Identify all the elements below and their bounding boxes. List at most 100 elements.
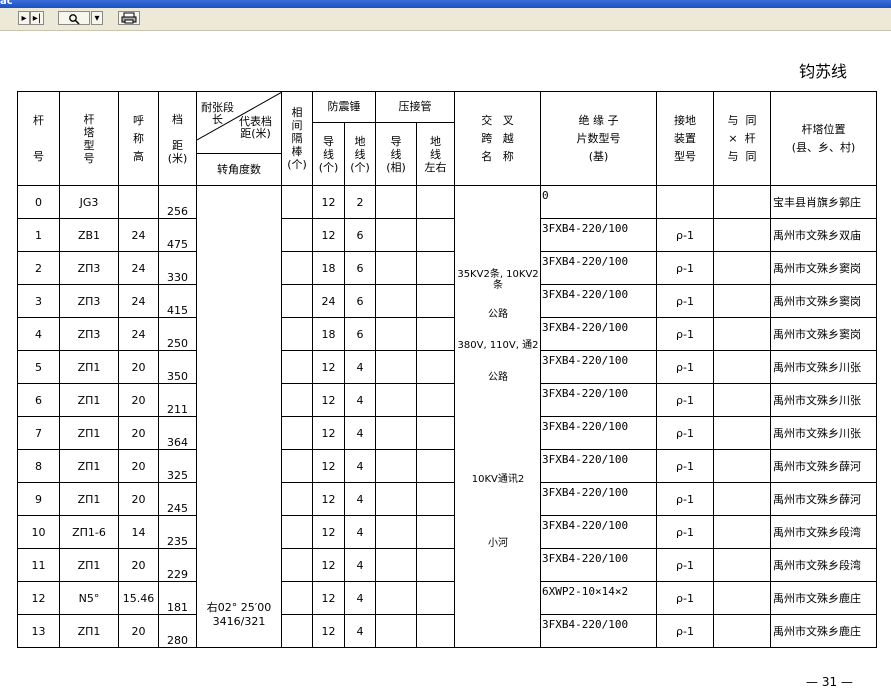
- header-clamp-tube: 压接管: [375, 91, 455, 123]
- pole-no-cell: 3: [17, 284, 60, 318]
- span-cell: 181: [158, 581, 197, 615]
- insulator-cell: 3FXB4-220/100: [540, 383, 657, 417]
- insulator-cell: 3FXB4-220/100: [540, 416, 657, 450]
- insulator-cell: 3FXB4-220/100: [540, 350, 657, 384]
- table-body: 0 JG3 256 右02° 25′00 3416/321 12 2 35KV2条, 10KV…: [17, 185, 877, 648]
- span-cell: 245: [158, 482, 197, 516]
- table-row: 7 ZΠ1 20 364 12 4 3FXB4-220/100 ρ-1 禹州市文殊乡川张: [17, 416, 877, 450]
- nominal-height-cell: 20: [118, 614, 159, 648]
- same-pole-cell: [713, 218, 771, 252]
- av-ground-cell: 4: [344, 449, 376, 483]
- tension-section-cell: 右02° 25′00 3416/321: [196, 185, 282, 648]
- location-cell: 禹州市文殊乡鹿庄: [770, 581, 877, 615]
- pole-no-cell: 5: [17, 350, 60, 384]
- ct-ground-cell: [416, 218, 455, 252]
- span-cell: 235: [158, 515, 197, 549]
- av-conductor-cell: 18: [312, 251, 345, 285]
- phase-spacer-cell: [281, 548, 313, 582]
- location-cell: 禹州市文殊乡薛河: [770, 449, 877, 483]
- chevron-down-icon: ▾: [94, 13, 100, 24]
- header-insulator: 绝 缘 子片数型号 (基): [540, 91, 657, 186]
- ct-conductor-cell: [375, 383, 417, 417]
- header-av-conductor: 导线 (个): [312, 122, 345, 186]
- print-button[interactable]: [118, 11, 140, 25]
- av-conductor-cell: 12: [312, 383, 345, 417]
- section-note: 3416/321: [212, 615, 266, 628]
- av-ground-cell: 6: [344, 284, 376, 318]
- span-cell: 350: [158, 350, 197, 384]
- phase-spacer-cell: [281, 350, 313, 384]
- location-cell: 宝丰县肖旗乡郭庄: [770, 185, 877, 219]
- table-row: 8 ZΠ1 20 325 12 4 3FXB4-220/100 ρ-1 禹州市文殊乡薛河: [17, 449, 877, 483]
- pole-type-cell: ZΠ1: [59, 383, 119, 417]
- av-conductor-cell: 12: [312, 548, 345, 582]
- nominal-height-cell: 20: [118, 350, 159, 384]
- insulator-cell: 3FXB4-220/100: [540, 449, 657, 483]
- pole-no-cell: 13: [17, 614, 60, 648]
- av-conductor-cell: 18: [312, 317, 345, 351]
- ct-ground-cell: [416, 251, 455, 285]
- pole-no-cell: 7: [17, 416, 60, 450]
- play-icon: ▸: [21, 13, 27, 24]
- crossing-cell: 35KV2条, 10KV2条 公路 380V, 110V, 通2 公路 10KV通讯2 小…: [454, 185, 541, 648]
- zoom-dropdown[interactable]: ▾: [91, 11, 103, 25]
- phase-spacer-cell: [281, 416, 313, 450]
- ct-ground-cell: [416, 581, 455, 615]
- page-number: — 31 —: [806, 675, 853, 689]
- av-ground-cell: 2: [344, 185, 376, 219]
- av-ground-cell: 4: [344, 515, 376, 549]
- ct-conductor-cell: [375, 218, 417, 252]
- av-conductor-cell: 12: [312, 185, 345, 219]
- pole-no-cell: 10: [17, 515, 60, 549]
- table-row: 9 ZΠ1 20 245 12 4 3FXB4-220/100 ρ-1 禹州市文殊乡薛河: [17, 482, 877, 516]
- pole-no-cell: 4: [17, 317, 60, 351]
- pole-type-cell: N5°: [59, 581, 119, 615]
- ct-conductor-cell: [375, 416, 417, 450]
- pole-table: 杆号 杆塔型号 呼称高 档距 (米) 耐张段长 代表档 距(米) 相间隔棒 (个) 防…: [17, 91, 877, 648]
- ct-ground-cell: [416, 515, 455, 549]
- grounding-cell: ρ-1: [656, 251, 714, 285]
- table-row: 4 ZΠ3 24 250 18 6 3FXB4-220/100 ρ-1 禹州市文殊乡窦岗: [17, 317, 877, 351]
- crossing-label: 35KV2条, 10KV2条: [457, 269, 539, 291]
- table-row: 3 ZΠ3 24 415 24 6 3FXB4-220/100 ρ-1 禹州市文殊乡窦岗: [17, 284, 877, 318]
- grounding-cell: ρ-1: [656, 284, 714, 318]
- pole-type-cell: ZΠ3: [59, 317, 119, 351]
- phase-spacer-cell: [281, 218, 313, 252]
- pole-type-cell: ZΠ1: [59, 416, 119, 450]
- ct-ground-cell: [416, 317, 455, 351]
- grounding-cell: ρ-1: [656, 317, 714, 351]
- phase-spacer-cell: [281, 284, 313, 318]
- pole-no-cell: 9: [17, 482, 60, 516]
- av-ground-cell: 4: [344, 482, 376, 516]
- header-tension-label: 耐张段长: [201, 101, 234, 126]
- av-ground-cell: 4: [344, 548, 376, 582]
- header-ct-conductor: 导线 (相): [375, 122, 417, 186]
- last-page-button[interactable]: ▸|: [30, 11, 44, 25]
- av-conductor-cell: 12: [312, 614, 345, 648]
- insulator-cell: 3FXB4-220/100: [540, 548, 657, 582]
- location-cell: 禹州市文殊乡双庙: [770, 218, 877, 252]
- insulator-cell: 3FXB4-220/100: [540, 251, 657, 285]
- av-conductor-cell: 12: [312, 482, 345, 516]
- same-pole-cell: [713, 548, 771, 582]
- nominal-height-cell: 24: [118, 317, 159, 351]
- phase-spacer-cell: [281, 317, 313, 351]
- table-row: 6 ZΠ1 20 211 12 4 3FXB4-220/100 ρ-1 禹州市文殊乡川张: [17, 383, 877, 417]
- phase-spacer-cell: [281, 482, 313, 516]
- same-pole-cell: [713, 284, 771, 318]
- next-page-button[interactable]: ▸: [18, 11, 30, 25]
- pole-no-cell: 1: [17, 218, 60, 252]
- span-cell: 364: [158, 416, 197, 450]
- grounding-cell: ρ-1: [656, 383, 714, 417]
- av-ground-cell: 6: [344, 251, 376, 285]
- ct-ground-cell: [416, 548, 455, 582]
- insulator-cell: 3FXB4-220/100: [540, 482, 657, 516]
- insulator-cell: 6XWP2-10×14×2: [540, 581, 657, 615]
- phase-spacer-cell: [281, 251, 313, 285]
- zoom-button[interactable]: [58, 11, 90, 25]
- header-nominal-height: 呼称高: [118, 91, 159, 186]
- ct-ground-cell: [416, 416, 455, 450]
- pole-type-cell: JG3: [59, 185, 119, 219]
- av-ground-cell: 4: [344, 416, 376, 450]
- pole-no-cell: 11: [17, 548, 60, 582]
